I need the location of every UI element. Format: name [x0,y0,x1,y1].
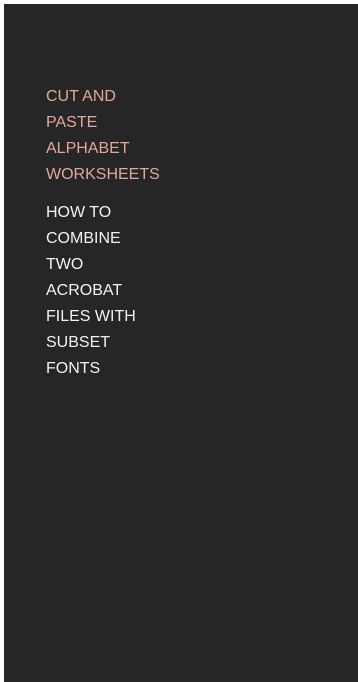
article-link-list: CUT AND PASTE ALPHABET WORKSHEETS HOW TO… [46,84,246,382]
link-line: HOW TO [46,204,112,221]
link-line: FILES WITH [46,308,136,325]
link-line: TWO [46,256,84,273]
link-line: COMBINE [46,230,121,247]
link-line: ALPHABET [46,140,130,157]
link-cut-and-paste-alphabet-worksheets[interactable]: CUT AND PASTE ALPHABET WORKSHEETS [46,84,246,188]
link-line: SUBSET [46,334,111,351]
link-line: WORKSHEETS [46,166,160,183]
dark-side-panel: CUT AND PASTE ALPHABET WORKSHEETS HOW TO… [4,4,358,682]
link-how-to-combine-two-acrobat-files[interactable]: HOW TO COMBINE TWO ACROBAT FILES WITH SU… [46,200,246,382]
link-line: PASTE [46,114,98,131]
link-line: CUT AND [46,88,116,105]
link-line: ACROBAT [46,282,123,299]
link-line: FONTS [46,360,101,377]
